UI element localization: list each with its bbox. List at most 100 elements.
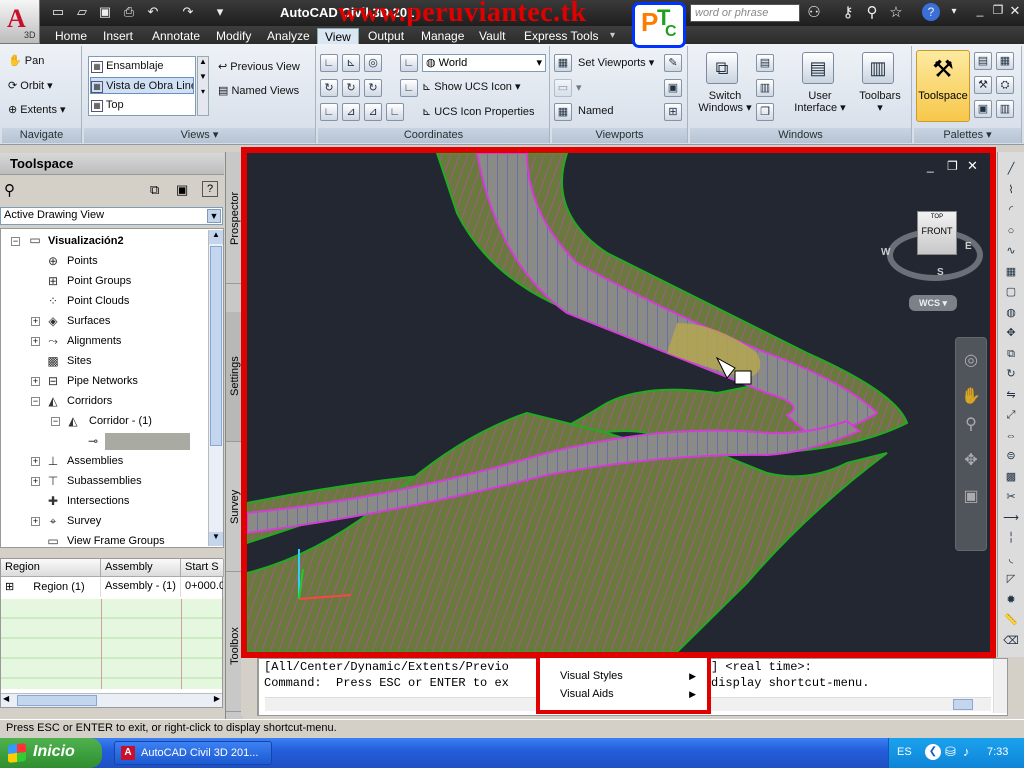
tree-item-alignments[interactable]: + ⤳ Alignments (1, 332, 207, 350)
hatch-icon[interactable]: ▦ (1002, 263, 1020, 281)
binoculars-icon[interactable]: ⚇ (804, 3, 824, 21)
array-icon[interactable]: ▩ (1002, 468, 1020, 486)
spline-icon[interactable]: ∿ (1002, 242, 1020, 260)
ucs-origin-icon[interactable]: ∟ (320, 103, 338, 121)
taskbar-item-autocad[interactable]: A AutoCAD Civil 3D 201... (114, 741, 272, 765)
tab-analyze[interactable]: Analyze (260, 28, 317, 45)
clock[interactable]: 7:33 (987, 746, 1008, 758)
help-icon[interactable]: ? (202, 181, 218, 197)
network-icon[interactable]: ⛁ (945, 744, 956, 760)
ucs-3point-icon[interactable]: ⊿ (364, 103, 382, 121)
ucs-view-icon[interactable]: ⊾ (342, 54, 360, 72)
named-viewports-button[interactable]: Named (578, 105, 613, 117)
markup-icon[interactable]: ▥ (996, 100, 1014, 118)
ucs-face-icon[interactable]: ⊿ (342, 103, 360, 121)
ucs-icon-properties-button[interactable]: ⊾ UCS Icon Properties (422, 105, 535, 118)
scroll-thumb[interactable] (210, 246, 222, 446)
tree-item-corridor-1[interactable]: − ◭ Corridor - (1) (1, 412, 207, 430)
sheet-set-icon[interactable]: ▣ (974, 100, 992, 118)
grid-hscrollbar[interactable]: ◀ ▶ (1, 693, 222, 707)
pline-icon[interactable]: ⌇ (1002, 181, 1020, 199)
scroll-thumb[interactable] (17, 695, 97, 706)
previous-view-button[interactable]: ↩ Previous View (218, 60, 300, 73)
circle-icon[interactable]: ○ (1002, 222, 1020, 240)
compass-east[interactable]: E (965, 241, 972, 252)
grid-header-start[interactable]: Start S (181, 559, 224, 577)
scroll-down-icon[interactable]: ▼ (209, 532, 223, 546)
tab-insert[interactable]: Insert (96, 28, 140, 45)
region-icon[interactable]: ▢ (1002, 283, 1020, 301)
help-dropdown-icon[interactable]: ▾ (944, 6, 964, 17)
set-viewports-button[interactable]: Set Viewports ▾ (578, 56, 654, 69)
toolspace-properties-icon[interactable]: ▣ (176, 182, 188, 198)
tree-item-drawing[interactable]: Visualización2 (48, 232, 124, 250)
scale-icon[interactable]: ⤢ (1002, 406, 1020, 424)
undo-icon[interactable]: ↶ (145, 4, 161, 20)
compass-west[interactable]: W (881, 247, 890, 258)
ucs-world-icon[interactable]: ◎ (364, 54, 382, 72)
search-icon[interactable]: ⚲ (4, 181, 15, 199)
pan-icon[interactable]: ✋ (956, 386, 986, 406)
expand-toggle-icon[interactable]: + (31, 517, 40, 526)
properties-palette-icon[interactable]: ▤ (974, 52, 992, 70)
offset-icon[interactable]: ⊜ (1002, 447, 1020, 465)
layer-palette-icon[interactable]: ⛭ (996, 76, 1014, 94)
pan-button[interactable]: ✋ Pan (8, 54, 44, 67)
named-viewports-icon[interactable]: ▦ (554, 103, 572, 121)
expand-toggle-icon[interactable]: + (31, 337, 40, 346)
move-icon[interactable]: ✥ (1002, 324, 1020, 342)
tree-item-view-frame-groups[interactable]: ▭ View Frame Groups (1, 532, 207, 550)
ucs-z-icon[interactable]: ↻ (364, 79, 382, 97)
volume-icon[interactable]: ♪ (963, 744, 970, 759)
close-icon[interactable]: ✕ (967, 158, 978, 174)
copy-icon[interactable]: ⧉ (1002, 345, 1020, 363)
design-center-icon[interactable]: ⚒ (974, 76, 992, 94)
tree-scrollbar[interactable]: ▲ ▼ (208, 230, 223, 546)
scroll-left-icon[interactable]: ◀ (3, 694, 9, 703)
view-item-vista-de-obra[interactable]: ▦ Vista de Obra Line (90, 77, 194, 94)
tab-annotate[interactable]: Annotate (145, 28, 207, 45)
switch-windows-icon[interactable]: ⧉ (706, 52, 738, 84)
ucs-x-icon[interactable]: ↻ (320, 79, 338, 97)
switch-windows-button[interactable]: Switch Windows ▾ (696, 90, 754, 114)
tab-modify[interactable]: Modify (209, 28, 258, 45)
tree-item-subassemblies[interactable]: + ⊤ Subassemblies (1, 472, 207, 490)
star-icon[interactable]: ☆ (886, 3, 906, 21)
line-icon[interactable]: ╱ (1002, 160, 1020, 178)
tab-output[interactable]: Output (361, 28, 411, 45)
toolspace-option-icon[interactable]: ⧉ (150, 182, 159, 198)
help-search-icon[interactable]: ⚲ (862, 3, 882, 21)
command-line-grip[interactable] (241, 658, 258, 716)
break-icon[interactable]: ╎ (1002, 529, 1020, 547)
viewport-join-icon[interactable]: ▣ (664, 79, 682, 97)
minimize-icon[interactable]: _ (927, 159, 934, 173)
named-views-button[interactable]: ▤ Named Views (218, 84, 299, 97)
ucs-y-icon[interactable]: ↻ (342, 79, 360, 97)
tab-home[interactable]: Home (48, 28, 94, 45)
menu-item-visual-styles[interactable]: Visual Styles ▶ (560, 668, 696, 684)
viewport-dropdown[interactable]: ▾ (576, 81, 582, 94)
key-icon[interactable]: ⚷ (838, 3, 858, 21)
expand-toggle-icon[interactable]: + (31, 477, 40, 486)
help-icon[interactable]: ? (922, 3, 940, 21)
grid-header-region[interactable]: Region (1, 559, 101, 577)
explode-icon[interactable]: ✹ (1002, 591, 1020, 609)
infocenter-search-input[interactable]: word or phrase (690, 4, 800, 22)
rotate-icon[interactable]: ↻ (1002, 365, 1020, 383)
collapse-toggle-icon[interactable]: − (11, 237, 20, 246)
scroll-thumb[interactable] (953, 699, 973, 710)
toolspace-button[interactable]: ⚒ Toolspace (916, 50, 970, 122)
toolbars-button[interactable]: Toolbars ▾ (856, 90, 904, 114)
expand-toggle-icon[interactable]: + (31, 317, 40, 326)
active-drawing-view-select[interactable]: Active Drawing View ▼ (0, 207, 223, 225)
tree-item-points[interactable]: ⊕ Points (1, 252, 207, 270)
new-file-icon[interactable]: ▭ (50, 4, 66, 20)
tree-item-intersections[interactable]: ✚ Intersections (1, 492, 207, 510)
tree-item-sites[interactable]: ▩ Sites (1, 352, 207, 370)
tree-item-survey[interactable]: + ⌖ Survey (1, 512, 207, 530)
tree-item-assemblies[interactable]: + ⊥ Assemblies (1, 452, 207, 470)
collapse-toggle-icon[interactable]: − (31, 397, 40, 406)
orbit-button[interactable]: ⟳ Orbit ▾ (8, 79, 53, 92)
measure-icon[interactable]: 📏 (1002, 611, 1020, 629)
viewport-clip-icon[interactable]: ▭ (554, 79, 572, 97)
